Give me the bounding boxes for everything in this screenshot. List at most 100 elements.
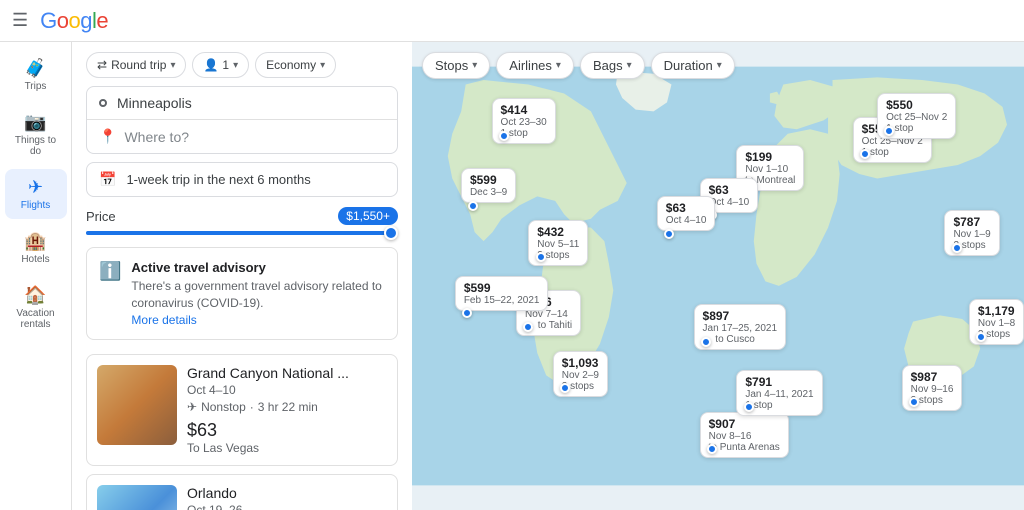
flight-title: Grand Canyon National ...: [187, 365, 387, 381]
bags-chevron: ▾: [627, 60, 632, 71]
map-dot-marker[interactable]: [701, 337, 711, 347]
sidebar-hotels-label: Hotels: [21, 254, 49, 265]
marker-date: Jan 17–25, 2021: [703, 323, 778, 334]
duration-chevron: ▾: [717, 60, 722, 71]
map-dot-marker[interactable]: [523, 322, 533, 332]
duration-filter[interactable]: Duration ▾: [651, 52, 735, 79]
price-marker[interactable]: $599Dec 3–9: [461, 168, 516, 203]
map-dot-marker[interactable]: [860, 149, 870, 159]
flight-card-grand-canyon[interactable]: Grand Canyon National ... Oct 4–10 ✈ Non…: [86, 354, 398, 466]
advisory-body: There's a government travel advisory rel…: [131, 278, 385, 312]
advisory-content: Active travel advisory There's a governm…: [131, 260, 385, 327]
map-dot-marker[interactable]: [884, 126, 894, 136]
airlines-filter[interactable]: Airlines ▾: [496, 52, 574, 79]
grand-canyon-image: [97, 365, 177, 445]
map-dot-marker[interactable]: [499, 131, 509, 141]
sidebar-things-label: Things to do: [11, 135, 61, 157]
price-marker[interactable]: $63Oct 4–10: [657, 196, 716, 231]
marker-price: $897: [703, 309, 778, 323]
marker-stop: 1 stop: [862, 147, 923, 158]
price-label-row: Price $1,550+: [86, 207, 398, 225]
trips-icon: 🧳: [24, 58, 46, 79]
map-area: Stops ▾ Airlines ▾ Bags ▾ Duration ▾ $41…: [412, 42, 1024, 510]
marker-date: Nov 8–16: [709, 431, 780, 442]
map-dot-marker[interactable]: [744, 402, 754, 412]
vacation-rentals-icon: 🏠: [24, 285, 46, 306]
map-dot-marker[interactable]: [952, 243, 962, 253]
map-dot-marker[interactable]: [536, 252, 546, 262]
date-range-text: 1-week trip in the next 6 months: [126, 172, 310, 187]
duration-label: Duration: [664, 58, 713, 73]
sidebar-trips-label: Trips: [25, 81, 47, 92]
menu-icon[interactable]: ☰: [12, 10, 28, 31]
marker-date: Oct 4–10: [666, 215, 707, 226]
price-marker[interactable]: $599Feb 15–22, 2021: [455, 276, 549, 311]
map-dot-marker[interactable]: [664, 229, 674, 239]
marker-price: $199: [745, 150, 795, 164]
marker-date: Nov 1–10: [745, 164, 795, 175]
passengers-selector[interactable]: 👤 1 ▾: [192, 52, 249, 78]
origin-input[interactable]: [117, 95, 385, 111]
marker-price: $599: [470, 173, 507, 187]
advisory-title: Active travel advisory: [131, 260, 385, 275]
marker-price: $414: [501, 103, 547, 117]
logo-g: G: [40, 8, 57, 34]
sidebar-nav: 🧳 Trips 📷 Things to do ✈ Flights 🏨 Hotel…: [0, 42, 72, 510]
map-dot-marker[interactable]: [468, 201, 478, 211]
passengers-chevron: ▾: [233, 60, 238, 71]
left-panel: ⇄ Round trip ▾ 👤 1 ▾ Economy ▾ 📍: [72, 42, 412, 510]
flight-card-orlando[interactable]: Orlando Oct 19–26 ✈ Nonstop · 3 hr 13 mi…: [86, 474, 398, 510]
stops-filter[interactable]: Stops ▾: [422, 52, 490, 79]
flight-price-row: $63 To Las Vegas: [187, 420, 387, 455]
map-dot-marker[interactable]: [976, 332, 986, 342]
header: ☰ Google: [0, 0, 1024, 42]
price-slider-track[interactable]: [86, 231, 398, 235]
marker-price: $787: [953, 215, 990, 229]
hotels-icon: 🏨: [24, 231, 46, 252]
class-selector[interactable]: Economy ▾: [255, 52, 336, 78]
flight-card-info: Grand Canyon National ... Oct 4–10 ✈ Non…: [187, 365, 387, 455]
passengers-icon: 👤: [203, 58, 218, 72]
marker-date: Nov 1–9: [953, 229, 990, 240]
stops-label: Stops: [435, 58, 468, 73]
price-slider-thumb[interactable]: [384, 226, 398, 240]
sidebar-item-things-to-do[interactable]: 📷 Things to do: [5, 104, 67, 165]
marker-stop: 1 stop: [745, 400, 813, 411]
trip-type-selector[interactable]: ⇄ Round trip ▾: [86, 52, 186, 78]
flights-icon: ✈: [28, 177, 43, 198]
map-dot-marker[interactable]: [909, 397, 919, 407]
sidebar-item-vacation-rentals[interactable]: 🏠 Vacation rentals: [5, 277, 67, 338]
advisory-link[interactable]: More details: [131, 313, 196, 327]
map-filters: Stops ▾ Airlines ▾ Bags ▾ Duration ▾: [422, 52, 735, 79]
marker-price: $599: [464, 281, 540, 295]
orlando-flight-title: Orlando: [187, 485, 387, 501]
origin-input-row[interactable]: [87, 87, 397, 120]
marker-price: $907: [709, 417, 780, 431]
date-selector[interactable]: 📅 1-week trip in the next 6 months: [86, 162, 398, 197]
travel-advisory: ℹ️ Active travel advisory There's a gove…: [86, 247, 398, 340]
stops-chevron: ▾: [472, 60, 477, 71]
sidebar-vacation-label: Vacation rentals: [11, 308, 61, 330]
orlando-flight-dates: Oct 19–26: [187, 503, 387, 510]
sidebar-item-trips[interactable]: 🧳 Trips: [5, 50, 67, 100]
destination-pin-icon: 📍: [99, 128, 116, 145]
marker-price: $432: [537, 225, 579, 239]
destination-input[interactable]: [124, 129, 385, 145]
flight-card-info-orlando: Orlando Oct 19–26 ✈ Nonstop · 3 hr 13 mi…: [187, 485, 387, 510]
flight-card-image-orlando: [97, 485, 177, 510]
logo-o1: o: [57, 8, 69, 34]
map-dot-marker[interactable]: [462, 308, 472, 318]
marker-price: $1,179: [978, 304, 1015, 318]
map-dot-marker[interactable]: [707, 444, 717, 454]
sidebar-item-hotels[interactable]: 🏨 Hotels: [5, 223, 67, 273]
sidebar-item-flights[interactable]: ✈ Flights: [5, 169, 67, 219]
marker-date: Dec 3–9: [470, 187, 507, 198]
logo-g2: g: [80, 8, 92, 34]
map-dot-marker[interactable]: [560, 383, 570, 393]
trip-type-chevron: ▾: [170, 60, 175, 71]
google-logo: Google: [40, 8, 108, 34]
marker-date: Nov 9–16: [911, 384, 954, 395]
destination-input-row[interactable]: 📍: [87, 120, 397, 153]
marker-date: Feb 15–22, 2021: [464, 295, 540, 306]
bags-filter[interactable]: Bags ▾: [580, 52, 645, 79]
